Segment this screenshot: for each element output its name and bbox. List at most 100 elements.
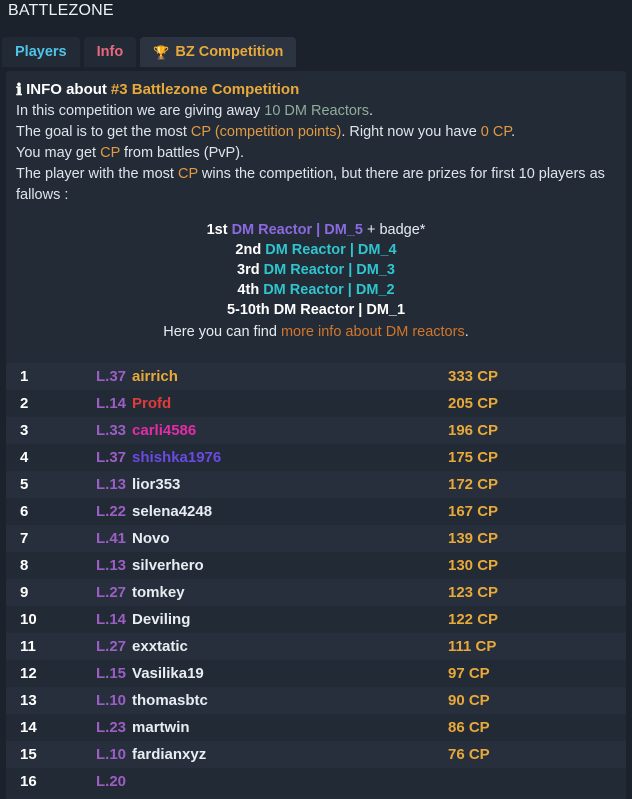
row-rank: 7 (20, 530, 29, 547)
row-level: L.37 (96, 449, 127, 466)
more-info-line: Here you can find more info about DM rea… (16, 322, 616, 343)
table-row[interactable]: 11 L.27 exxtatic 111 CP (6, 633, 626, 660)
table-row[interactable]: 2 L.14 Profd 205 CP (6, 390, 626, 417)
info-heading-accent: #3 Battlezone Competition (110, 81, 300, 98)
row-cp: 172 CP (448, 476, 499, 493)
row-level: L.20 (96, 773, 127, 790)
info-line-3-a: You may get (16, 145, 101, 161)
row-player[interactable]: L.33 carli4586 (96, 422, 448, 439)
table-row[interactable]: 12 L.15 Vasilika19 97 CP (6, 660, 626, 687)
row-player-name: thomasbtc (132, 692, 208, 709)
row-player[interactable]: L.27 exxtatic (96, 638, 448, 655)
row-player[interactable]: L.37 shishka1976 (96, 449, 448, 466)
info-line-1: In this competition we are giving away 1… (16, 101, 616, 122)
row-cp: 122 CP (448, 611, 499, 628)
row-player[interactable]: L.13 silverhero (96, 557, 448, 574)
info-icon: ℹ (16, 80, 23, 99)
info-heading-label: INFO about (26, 81, 107, 98)
row-rank: 13 (20, 692, 37, 709)
row-cp: 90 CP (448, 692, 490, 709)
table-row[interactable]: 16 L.20 (6, 768, 626, 795)
row-level: L.27 (96, 638, 127, 655)
row-level: L.41 (96, 530, 127, 547)
row-player[interactable]: L.14 Deviling (96, 611, 448, 628)
row-player-name: selena4248 (132, 503, 213, 520)
row-level: L.14 (96, 611, 127, 628)
info-line-4: The player with the most CP wins the com… (16, 164, 616, 206)
row-cp: 130 CP (448, 557, 499, 574)
row-cp: 175 CP (448, 449, 499, 466)
info-line-2-current-cp: 0 CP (480, 124, 512, 140)
table-row[interactable]: 10 L.14 Deviling 122 CP (6, 606, 626, 633)
row-rank: 12 (20, 665, 37, 682)
dm-reactors-link[interactable]: more info about DM reactors (281, 324, 465, 340)
prize-item: DM Reactor | DM_4 (265, 242, 397, 258)
page-title: BATTLEZONE (8, 2, 114, 19)
prize-rank: 3rd (237, 262, 260, 278)
content-panel: ℹ INFO about #3 Battlezone Competition I… (6, 71, 626, 799)
row-level: L.37 (96, 368, 127, 385)
row-player[interactable]: L.14 Profd (96, 395, 448, 412)
info-line-2-c: . Right now you have (341, 124, 481, 140)
row-player[interactable]: L.13 lior353 (96, 476, 448, 493)
row-player[interactable]: L.41 Novo (96, 530, 448, 547)
table-row[interactable]: 15 L.10 fardianxyz 76 CP (6, 741, 626, 768)
prize-row-3: 3rd DM Reactor | DM_3 (16, 260, 616, 280)
table-row[interactable]: 8 L.13 silverhero 130 CP (6, 552, 626, 579)
row-level: L.10 (96, 692, 127, 709)
info-line-2-e: . (511, 124, 516, 140)
row-level: L.33 (96, 422, 127, 439)
info-line-1-reactors: 10 DM Reactors (264, 103, 370, 119)
prize-item: DM Reactor | DM_2 (263, 282, 395, 298)
row-level: L.13 (96, 476, 127, 493)
prize-row-2: 2nd DM Reactor | DM_4 (16, 240, 616, 260)
row-cp: 167 CP (448, 503, 499, 520)
row-player[interactable]: L.27 tomkey (96, 584, 448, 601)
tab-bz-competition[interactable]: 🏆 BZ Competition (140, 37, 297, 67)
table-row[interactable]: 14 L.23 martwin 86 CP (6, 714, 626, 741)
row-player-name: tomkey (132, 584, 185, 601)
row-cp: 333 CP (448, 368, 499, 385)
row-rank: 2 (20, 395, 29, 412)
row-player[interactable]: L.23 martwin (96, 719, 448, 736)
table-row[interactable]: 3 L.33 carli4586 196 CP (6, 417, 626, 444)
table-row[interactable]: 7 L.41 Novo 139 CP (6, 525, 626, 552)
row-player[interactable]: L.22 selena4248 (96, 503, 448, 520)
prize-row-1: 1st DM Reactor | DM_5 + badge* (16, 220, 616, 240)
row-player[interactable]: L.37 airrich (96, 368, 448, 385)
row-cp: 205 CP (448, 395, 499, 412)
row-player-name: lior353 (132, 476, 181, 493)
row-level: L.10 (96, 746, 127, 763)
row-rank: 6 (20, 503, 29, 520)
prize-row-5: 5-10th DM Reactor | DM_1 (16, 300, 616, 320)
row-player-name: exxtatic (132, 638, 188, 655)
table-row[interactable]: 1 L.37 airrich 333 CP (6, 363, 626, 390)
row-rank: 3 (20, 422, 29, 439)
info-line-2: The goal is to get the most CP (competit… (16, 122, 616, 143)
info-heading: ℹ INFO about #3 Battlezone Competition (16, 79, 616, 100)
prize-rank: 2nd (235, 242, 262, 258)
row-level: L.15 (96, 665, 127, 682)
tab-players[interactable]: Players (2, 37, 80, 67)
row-level: L.14 (96, 395, 127, 412)
prize-list: 1st DM Reactor | DM_5 + badge* 2nd DM Re… (16, 220, 616, 320)
tab-info[interactable]: Info (83, 37, 137, 67)
row-player-name: Novo (132, 530, 170, 547)
row-player[interactable]: L.10 thomasbtc (96, 692, 448, 709)
row-player-name: fardianxyz (132, 746, 207, 763)
row-player[interactable]: L.10 fardianxyz (96, 746, 448, 763)
table-row[interactable]: 6 L.22 selena4248 167 CP (6, 498, 626, 525)
row-player-name: silverhero (132, 557, 204, 574)
table-row[interactable]: 5 L.13 lior353 172 CP (6, 471, 626, 498)
row-player-name: Deviling (132, 611, 191, 628)
table-row[interactable]: 13 L.10 thomasbtc 90 CP (6, 687, 626, 714)
info-line-1-c: . (369, 103, 374, 119)
prize-item: DM Reactor | DM_1 (273, 302, 406, 318)
table-row[interactable]: 9 L.27 tomkey 123 CP (6, 579, 626, 606)
trophy-icon: 🏆 (153, 44, 170, 60)
row-level: L.22 (96, 503, 127, 520)
row-player[interactable]: L.15 Vasilika19 (96, 665, 448, 682)
row-rank: 4 (20, 449, 29, 466)
table-row[interactable]: 4 L.37 shishka1976 175 CP (6, 444, 626, 471)
row-player[interactable]: L.20 (96, 773, 448, 790)
